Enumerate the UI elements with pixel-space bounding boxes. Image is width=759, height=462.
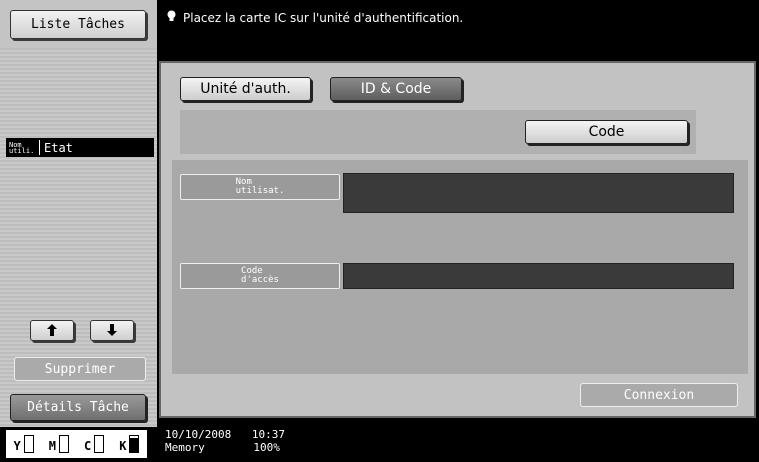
column-divider bbox=[39, 140, 40, 155]
arrow-down-icon bbox=[106, 321, 118, 340]
job-details-button[interactable]: Détails Tâche bbox=[10, 394, 146, 421]
status-memory-label: Memory bbox=[165, 441, 205, 454]
job-list-header: Nom utili. Etat bbox=[6, 138, 154, 157]
status-memory-row: Memory 100% bbox=[165, 442, 280, 454]
column-user: Nom utili. bbox=[9, 140, 35, 155]
toner-m: M bbox=[49, 435, 69, 453]
tab-auth-unit[interactable]: Unité d'auth. bbox=[180, 77, 311, 101]
column-status: Etat bbox=[44, 140, 73, 155]
scroll-down-button[interactable] bbox=[90, 320, 134, 341]
scroll-up-button[interactable] bbox=[30, 320, 74, 341]
job-sidebar bbox=[0, 0, 157, 462]
toner-levels: Y M C K bbox=[6, 430, 147, 458]
status-time: 10:37 bbox=[251, 428, 285, 441]
username-label-button[interactable]: Nom utilisat. bbox=[180, 174, 340, 200]
password-field[interactable] bbox=[343, 263, 734, 289]
code-button[interactable]: Code bbox=[525, 120, 688, 144]
instruction-text: Placez la carte IC sur l'unité d'authent… bbox=[183, 10, 464, 25]
delete-button[interactable]: Supprimer bbox=[14, 357, 146, 381]
lightbulb-icon bbox=[166, 10, 177, 25]
username-field[interactable] bbox=[343, 173, 734, 213]
toner-k: K bbox=[119, 435, 140, 453]
job-list-button[interactable]: Liste Tâches bbox=[10, 10, 146, 39]
toner-c: C bbox=[84, 435, 105, 453]
tab-id-code[interactable]: ID & Code bbox=[330, 77, 462, 101]
arrow-up-icon bbox=[46, 321, 58, 340]
password-label-button[interactable]: Code d'accès bbox=[180, 263, 340, 289]
status-memory-value: 100% bbox=[253, 441, 280, 454]
status-bar: 10/10/2008 10:37 Memory 100% bbox=[159, 422, 759, 462]
login-button[interactable]: Connexion bbox=[580, 383, 738, 407]
status-date: 10/10/2008 bbox=[165, 428, 232, 441]
status-date-row: 10/10/2008 10:37 bbox=[165, 429, 285, 441]
instruction-message: Placez la carte IC sur l'unité d'authent… bbox=[166, 10, 463, 25]
toner-y: Y bbox=[14, 435, 34, 453]
